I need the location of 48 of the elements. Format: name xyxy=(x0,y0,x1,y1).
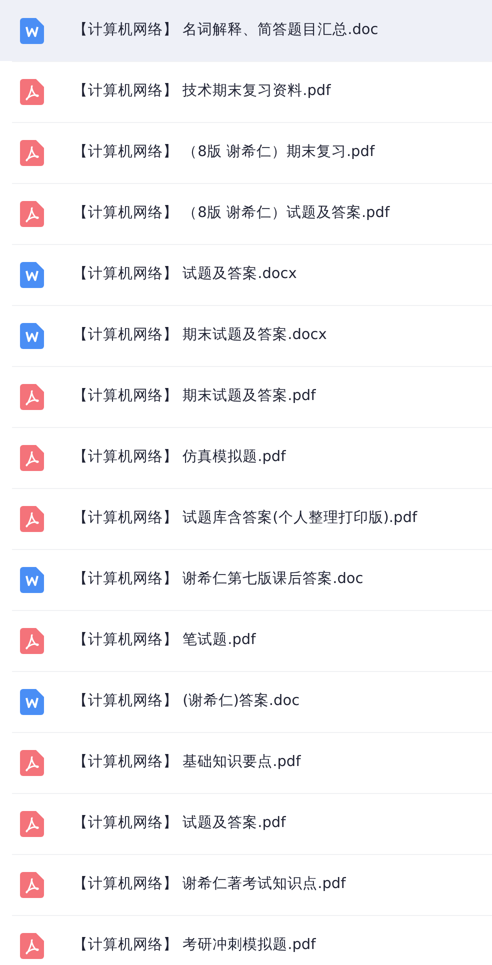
file-name: 【计算机网络】 谢希仁著考试知识点.pdf xyxy=(73,875,346,894)
pdf-document-icon xyxy=(20,445,44,471)
pdf-document-icon xyxy=(20,201,44,227)
word-document-icon xyxy=(20,262,44,288)
pdf-document-icon xyxy=(20,628,44,654)
file-name: 【计算机网络】 技术期末复习资料.pdf xyxy=(73,82,331,102)
file-name: 【计算机网络】 期末试题及答案.docx xyxy=(73,326,327,346)
file-row[interactable]: 【计算机网络】 试题及答案.docx xyxy=(12,244,492,305)
word-document-icon xyxy=(20,323,44,349)
file-row[interactable]: 【计算机网络】 试题库含答案(个人整理打印版).pdf xyxy=(12,488,492,549)
file-row[interactable]: 【计算机网络】 （8版 谢希仁）试题及答案.pdf xyxy=(12,183,492,244)
file-row[interactable]: 【计算机网络】 （8版 谢希仁）期末复习.pdf xyxy=(12,122,492,183)
file-name: 【计算机网络】 考研冲刺模拟题.pdf xyxy=(73,936,316,956)
file-row[interactable]: 【计算机网络】 期末试题及答案.pdf xyxy=(12,366,492,427)
file-row[interactable]: 【计算机网络】 基础知识要点.pdf xyxy=(12,732,492,793)
file-row[interactable]: 【计算机网络】 试题及答案.pdf xyxy=(12,793,492,854)
file-name: 【计算机网络】 期末试题及答案.pdf xyxy=(73,386,316,406)
word-document-icon xyxy=(20,18,44,44)
pdf-document-icon xyxy=(20,811,44,837)
pdf-document-icon xyxy=(20,140,44,166)
pdf-document-icon xyxy=(20,933,44,959)
file-name: 【计算机网络】 （8版 谢希仁）试题及答案.pdf xyxy=(73,204,390,224)
file-name: 【计算机网络】 仿真模拟题.pdf xyxy=(73,448,286,468)
file-row[interactable]: 【计算机网络】 谢希仁第七版课后答案.doc xyxy=(12,549,492,610)
file-row[interactable]: 【计算机网络】 技术期末复习资料.pdf xyxy=(12,61,492,122)
file-row[interactable]: 【计算机网络】 笔试题.pdf xyxy=(12,610,492,671)
file-name: 【计算机网络】 (谢希仁)答案.doc xyxy=(73,692,300,712)
file-name: 【计算机网络】 谢希仁第七版课后答案.doc xyxy=(73,570,364,590)
file-row[interactable]: 【计算机网络】 谢希仁著考试知识点.pdf xyxy=(12,854,492,915)
file-name: 【计算机网络】 （8版 谢希仁）期末复习.pdf xyxy=(73,143,375,162)
pdf-document-icon xyxy=(20,79,44,105)
file-name: 【计算机网络】 试题及答案.docx xyxy=(73,264,297,284)
pdf-document-icon xyxy=(20,750,44,776)
pdf-document-icon xyxy=(20,872,44,898)
file-name: 【计算机网络】 试题及答案.pdf xyxy=(73,814,286,834)
pdf-document-icon xyxy=(20,506,44,532)
word-document-icon xyxy=(20,689,44,715)
word-document-icon xyxy=(20,567,44,593)
file-row[interactable]: 【计算机网络】 名词解释、简答题目汇总.doc xyxy=(0,0,492,61)
file-name: 【计算机网络】 基础知识要点.pdf xyxy=(73,753,301,772)
file-name: 【计算机网络】 笔试题.pdf xyxy=(73,631,256,650)
file-row[interactable]: 【计算机网络】 (谢希仁)答案.doc xyxy=(12,671,492,732)
file-name: 【计算机网络】 试题库含答案(个人整理打印版).pdf xyxy=(73,508,418,528)
file-row[interactable]: 【计算机网络】 考研冲刺模拟题.pdf xyxy=(12,915,492,965)
file-row[interactable]: 【计算机网络】 期末试题及答案.docx xyxy=(12,305,492,366)
file-name: 【计算机网络】 名词解释、简答题目汇总.doc xyxy=(73,20,378,40)
file-row[interactable]: 【计算机网络】 仿真模拟题.pdf xyxy=(12,427,492,488)
pdf-document-icon xyxy=(20,384,44,410)
